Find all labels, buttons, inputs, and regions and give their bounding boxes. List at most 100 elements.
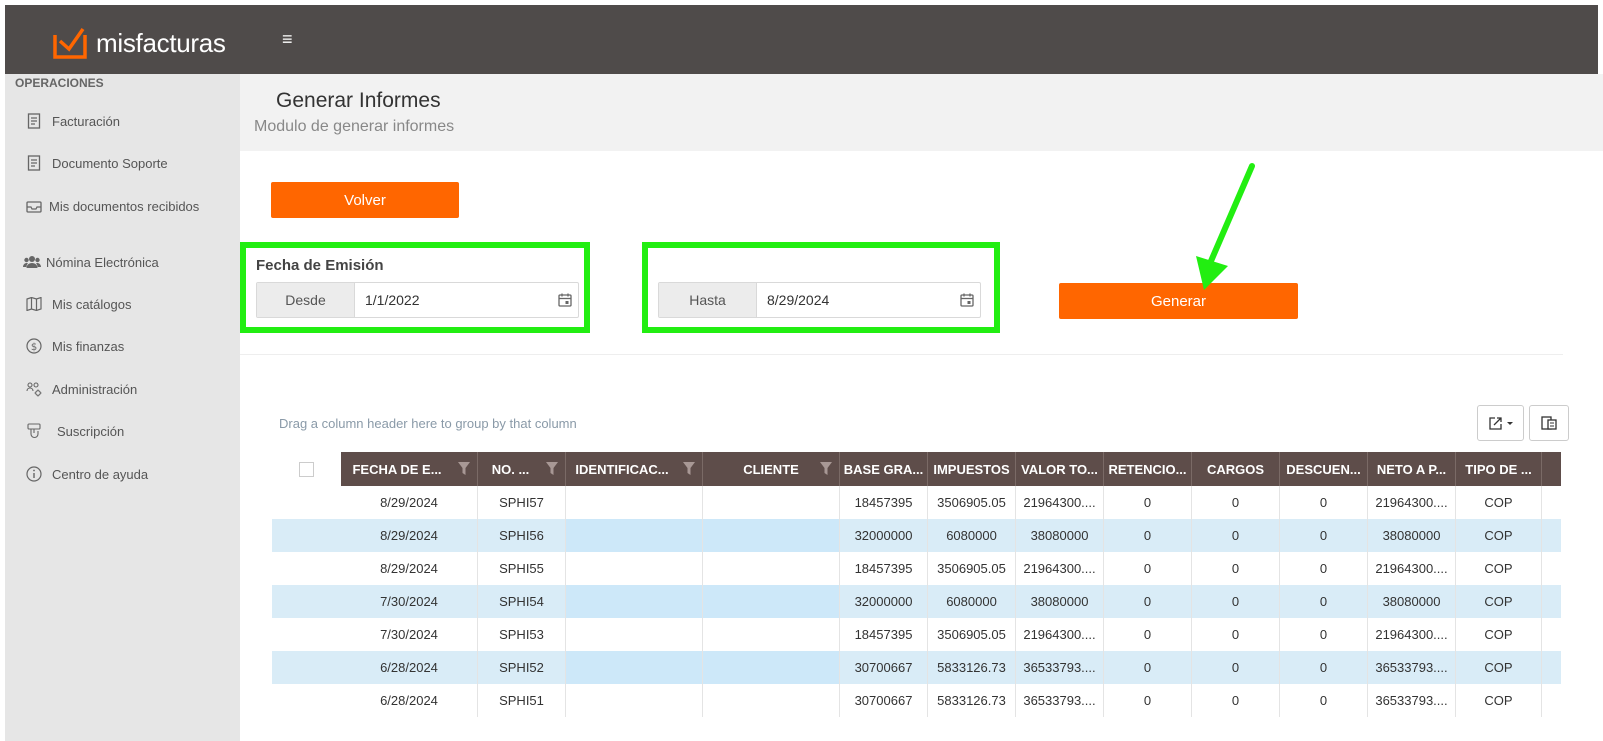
sidebar-item-label: Nómina Electrónica (46, 255, 159, 270)
table-cell: 36533793.... (1368, 684, 1456, 717)
table-cell (703, 486, 840, 519)
table-cell: 0 (1104, 618, 1192, 651)
admin-icon (25, 381, 43, 397)
table-cell (566, 618, 703, 651)
table-cell: 0 (1192, 618, 1280, 651)
info-circle-icon (25, 466, 43, 482)
column-header-tipo[interactable]: TIPO DE ... (1456, 452, 1542, 486)
sidebar-item-nomina[interactable]: Nómina Electrónica (23, 254, 159, 271)
sidebar-item-label: Centro de ayuda (52, 467, 149, 482)
table-cell-overflow (1542, 684, 1561, 717)
sidebar-item-finanzas[interactable]: $ Mis finanzas (25, 338, 124, 355)
table-cell: 8/29/2024 (341, 486, 478, 519)
table-cell: 38080000 (1368, 585, 1456, 618)
table-cell: COP (1456, 552, 1542, 585)
column-header-impuestos[interactable]: IMPUESTOS (928, 452, 1016, 486)
sidebar-item-facturacion[interactable]: Facturación (25, 113, 120, 130)
column-header-base[interactable]: BASE GRA... (840, 452, 928, 486)
filter-icon[interactable] (683, 462, 695, 475)
table-cell: 30700667 (840, 684, 928, 717)
hamburger-icon[interactable]: ≡ (282, 29, 293, 50)
table-cell-overflow (1542, 618, 1561, 651)
column-header-identificacion[interactable]: IDENTIFICAC... (566, 452, 703, 486)
sidebar-item-administracion[interactable]: Administración (25, 381, 137, 398)
table-row[interactable]: 8/29/2024 SPHI57 18457395 3506905.05 2196430… (272, 486, 1561, 519)
table-cell: 21964300.... (1016, 618, 1104, 651)
table-cell: 0 (1192, 486, 1280, 519)
table-row[interactable]: 6/28/2024 SPHI52 30700667 5833126.73 3653379… (272, 651, 1561, 684)
sidebar-item-catalogos[interactable]: Mis catálogos (25, 296, 131, 313)
table-cell: 18457395 (840, 552, 928, 585)
export-button[interactable] (1477, 405, 1524, 441)
page-title: Generar Informes (276, 89, 441, 112)
page-subtitle: Modulo de generar informes (254, 118, 455, 135)
to-date-field[interactable]: Hasta 8/29/2024 (658, 282, 981, 318)
to-date-value[interactable]: 8/29/2024 (757, 283, 954, 317)
column-chooser-button[interactable] (1529, 405, 1569, 441)
section-divider (240, 354, 1563, 355)
table-cell (703, 585, 840, 618)
table-cell: COP (1456, 585, 1542, 618)
export-icon (1488, 417, 1513, 430)
app-logo[interactable]: misfacturas (52, 25, 226, 61)
table-cell: 0 (1104, 552, 1192, 585)
sidebar-item-documento-soporte[interactable]: Documento Soporte (25, 155, 168, 172)
table-cell (566, 651, 703, 684)
table-row[interactable]: 8/29/2024 SPHI56 32000000 6080000 38080000 0 0… (272, 519, 1561, 552)
table-cell: 32000000 (840, 519, 928, 552)
from-date-field[interactable]: Desde 1/1/2022 (256, 282, 579, 318)
table-row[interactable]: 6/28/2024 SPHI51 30700667 5833126.73 3653379… (272, 684, 1561, 717)
table-cell-overflow (1542, 585, 1561, 618)
column-header-valor-total[interactable]: VALOR TO... (1016, 452, 1104, 486)
table-cell: 0 (1104, 486, 1192, 519)
table-cell: 3506905.05 (928, 618, 1016, 651)
calendar-icon[interactable] (954, 283, 980, 317)
app-name: misfacturas (96, 27, 226, 58)
column-header-cargos[interactable]: CARGOS (1192, 452, 1280, 486)
sidebar-item-suscripcion[interactable]: Suscripción (25, 423, 124, 440)
sidebar-item-mis-documentos[interactable]: Mis documentos recibidos (25, 198, 225, 215)
filter-icon[interactable] (546, 462, 558, 475)
table-cell: 5833126.73 (928, 684, 1016, 717)
row-select-cell (272, 519, 341, 552)
column-header-cliente[interactable]: CLIENTE (703, 452, 840, 486)
column-header-no[interactable]: NO. ... (478, 452, 566, 486)
column-header-fecha[interactable]: FECHA DE E... (341, 452, 478, 486)
table-row[interactable]: 7/30/2024 SPHI54 32000000 6080000 38080000 0 0… (272, 585, 1561, 618)
column-header-retenciones[interactable]: RETENCIO... (1104, 452, 1192, 486)
table-row[interactable]: 8/29/2024 SPHI55 18457395 3506905.05 2196430… (272, 552, 1561, 585)
table-cell: 6/28/2024 (341, 651, 478, 684)
column-header-label: CARGOS (1206, 461, 1265, 477)
document-icon (25, 155, 43, 171)
table-cell: 0 (1280, 585, 1368, 618)
column-header-label: FECHA DE E... (352, 461, 442, 477)
users-icon (23, 254, 41, 270)
to-date-label: Hasta (659, 283, 757, 317)
back-button[interactable]: Volver (271, 182, 459, 218)
column-header-label: IMPUESTOS (933, 461, 1010, 477)
table-cell: 6080000 (928, 585, 1016, 618)
table-cell: 0 (1192, 552, 1280, 585)
table-cell: 36533793.... (1016, 684, 1104, 717)
table-cell: 0 (1192, 585, 1280, 618)
column-header-label: TIPO DE ... (1465, 461, 1532, 477)
sidebar-item-ayuda[interactable]: Centro de ayuda (25, 466, 148, 483)
select-all-cell (272, 452, 341, 486)
table-cell (703, 552, 840, 585)
filter-icon[interactable] (458, 462, 470, 475)
table-cell: SPHI55 (478, 552, 566, 585)
table-cell: 21964300.... (1016, 552, 1104, 585)
table-cell: 21964300.... (1368, 618, 1456, 651)
column-header-descuentos[interactable]: DESCUEN... (1280, 452, 1368, 486)
table-cell: 21964300.... (1368, 486, 1456, 519)
sidebar: OPERACIONES Facturación Documento Soport… (5, 74, 240, 741)
table-row[interactable]: 7/30/2024 SPHI53 18457395 3506905.05 2196430… (272, 618, 1561, 651)
from-date-value[interactable]: 1/1/2022 (355, 283, 552, 317)
select-all-checkbox[interactable] (299, 461, 314, 477)
filter-icon[interactable] (820, 462, 832, 475)
annotation-arrow-icon (1196, 163, 1255, 290)
calendar-icon[interactable] (552, 283, 578, 317)
generate-button[interactable]: Generar (1059, 283, 1298, 319)
page-header: Generar Informes Modulo de generar infor… (240, 74, 1603, 151)
column-header-neto[interactable]: NETO A P... (1368, 452, 1456, 486)
